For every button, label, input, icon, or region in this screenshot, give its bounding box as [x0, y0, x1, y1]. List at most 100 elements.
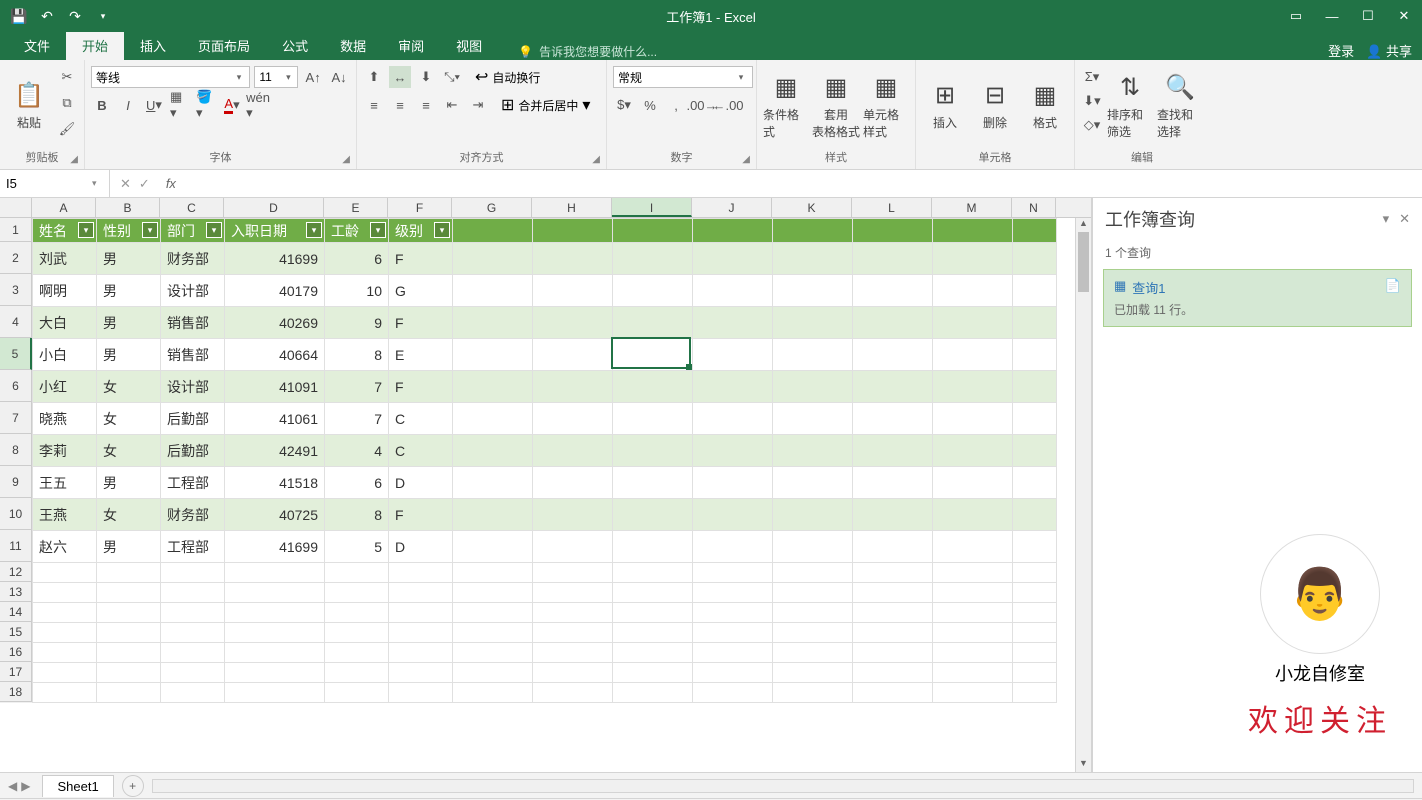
- cell[interactable]: [853, 371, 933, 403]
- filter-icon[interactable]: ▾: [370, 222, 386, 238]
- format-cells-button[interactable]: ▦格式: [1022, 66, 1068, 146]
- cell[interactable]: [1013, 583, 1057, 603]
- bold-button[interactable]: B: [91, 94, 113, 116]
- cell[interactable]: [533, 219, 613, 243]
- cell[interactable]: 姓名▾: [33, 219, 97, 243]
- cell[interactable]: [693, 683, 773, 703]
- cell[interactable]: 41061: [225, 403, 325, 435]
- cell[interactable]: [325, 603, 389, 623]
- cell[interactable]: [1013, 563, 1057, 583]
- cell[interactable]: 王燕: [33, 499, 97, 531]
- cell[interactable]: [1013, 663, 1057, 683]
- cell[interactable]: [389, 583, 453, 603]
- formula-input[interactable]: [182, 176, 1422, 191]
- increase-decimal-button[interactable]: .00→: [691, 94, 713, 116]
- cell[interactable]: [613, 531, 693, 563]
- row-header-17[interactable]: 17: [0, 662, 32, 682]
- cell[interactable]: [773, 643, 853, 663]
- cell[interactable]: [533, 603, 613, 623]
- row-header-1[interactable]: 1: [0, 218, 32, 242]
- cell[interactable]: [1013, 371, 1057, 403]
- cell[interactable]: [693, 467, 773, 499]
- cell[interactable]: [933, 275, 1013, 307]
- cell[interactable]: F: [389, 499, 453, 531]
- cell[interactable]: 42491: [225, 435, 325, 467]
- close-button[interactable]: ✕: [1386, 0, 1422, 32]
- cell[interactable]: [693, 403, 773, 435]
- cell[interactable]: [325, 643, 389, 663]
- align-middle-button[interactable]: ↔: [389, 66, 411, 88]
- font-color-button[interactable]: A▾: [221, 94, 243, 116]
- font-dialog-icon[interactable]: ◢: [342, 154, 350, 165]
- cell[interactable]: [613, 243, 693, 275]
- row-header-16[interactable]: 16: [0, 642, 32, 662]
- cell[interactable]: 工龄▾: [325, 219, 389, 243]
- tab-home[interactable]: 开始: [66, 31, 124, 60]
- cell[interactable]: [453, 603, 533, 623]
- cell[interactable]: [933, 307, 1013, 339]
- cell[interactable]: [773, 371, 853, 403]
- cell[interactable]: [453, 563, 533, 583]
- row-header-7[interactable]: 7: [0, 402, 32, 434]
- col-header-H[interactable]: H: [532, 198, 612, 217]
- alignment-dialog-icon[interactable]: ◢: [592, 154, 600, 165]
- cell[interactable]: 41699: [225, 243, 325, 275]
- cell[interactable]: [453, 307, 533, 339]
- cell[interactable]: [97, 663, 161, 683]
- cell[interactable]: 6: [325, 467, 389, 499]
- cell[interactable]: [389, 683, 453, 703]
- cell[interactable]: [453, 623, 533, 643]
- enter-formula-button[interactable]: ✓: [139, 176, 150, 192]
- cell[interactable]: [933, 435, 1013, 467]
- cell[interactable]: 后勤部: [161, 435, 225, 467]
- row-header-11[interactable]: 11: [0, 530, 32, 562]
- col-header-N[interactable]: N: [1012, 198, 1056, 217]
- cell[interactable]: [225, 623, 325, 643]
- comma-button[interactable]: ,: [665, 94, 687, 116]
- cell[interactable]: [33, 563, 97, 583]
- cell[interactable]: [533, 563, 613, 583]
- tab-review[interactable]: 审阅: [382, 31, 440, 60]
- cell[interactable]: [453, 683, 533, 703]
- tab-data[interactable]: 数据: [324, 31, 382, 60]
- col-header-M[interactable]: M: [932, 198, 1012, 217]
- cells-area[interactable]: 姓名▾性别▾部门▾入职日期▾工龄▾级别▾刘武男财务部416996F啊明男设计部4…: [32, 218, 1057, 703]
- cell[interactable]: G: [389, 275, 453, 307]
- row-header-13[interactable]: 13: [0, 582, 32, 602]
- row-header-2[interactable]: 2: [0, 242, 32, 274]
- clear-button[interactable]: ◇▾: [1081, 114, 1103, 136]
- cell[interactable]: 李莉: [33, 435, 97, 467]
- font-name-input[interactable]: [92, 70, 232, 84]
- cell[interactable]: [853, 583, 933, 603]
- number-format-dropdown[interactable]: ▾: [613, 66, 753, 88]
- cell[interactable]: [933, 663, 1013, 683]
- cell[interactable]: [533, 275, 613, 307]
- cell[interactable]: [1013, 603, 1057, 623]
- cell[interactable]: [693, 603, 773, 623]
- cell[interactable]: [693, 563, 773, 583]
- col-header-I[interactable]: I: [612, 198, 692, 217]
- percent-button[interactable]: %: [639, 94, 661, 116]
- cell[interactable]: 财务部: [161, 243, 225, 275]
- cell[interactable]: [613, 643, 693, 663]
- cell[interactable]: [533, 403, 613, 435]
- cell[interactable]: [533, 531, 613, 563]
- cell[interactable]: [853, 623, 933, 643]
- row-header-5[interactable]: 5: [0, 338, 32, 370]
- cell[interactable]: 9: [325, 307, 389, 339]
- cell[interactable]: [453, 435, 533, 467]
- cell[interactable]: 40269: [225, 307, 325, 339]
- cell[interactable]: [853, 467, 933, 499]
- cell[interactable]: [533, 643, 613, 663]
- cell[interactable]: [613, 663, 693, 683]
- align-top-button[interactable]: ⬆: [363, 66, 385, 88]
- name-box-input[interactable]: [0, 176, 88, 191]
- cell[interactable]: [853, 499, 933, 531]
- cell[interactable]: [533, 583, 613, 603]
- cell[interactable]: [853, 307, 933, 339]
- add-sheet-button[interactable]: +: [122, 775, 144, 797]
- col-header-F[interactable]: F: [388, 198, 452, 217]
- wrap-text-button[interactable]: ↩自动换行: [475, 67, 540, 87]
- cell[interactable]: [613, 683, 693, 703]
- row-header-3[interactable]: 3: [0, 274, 32, 306]
